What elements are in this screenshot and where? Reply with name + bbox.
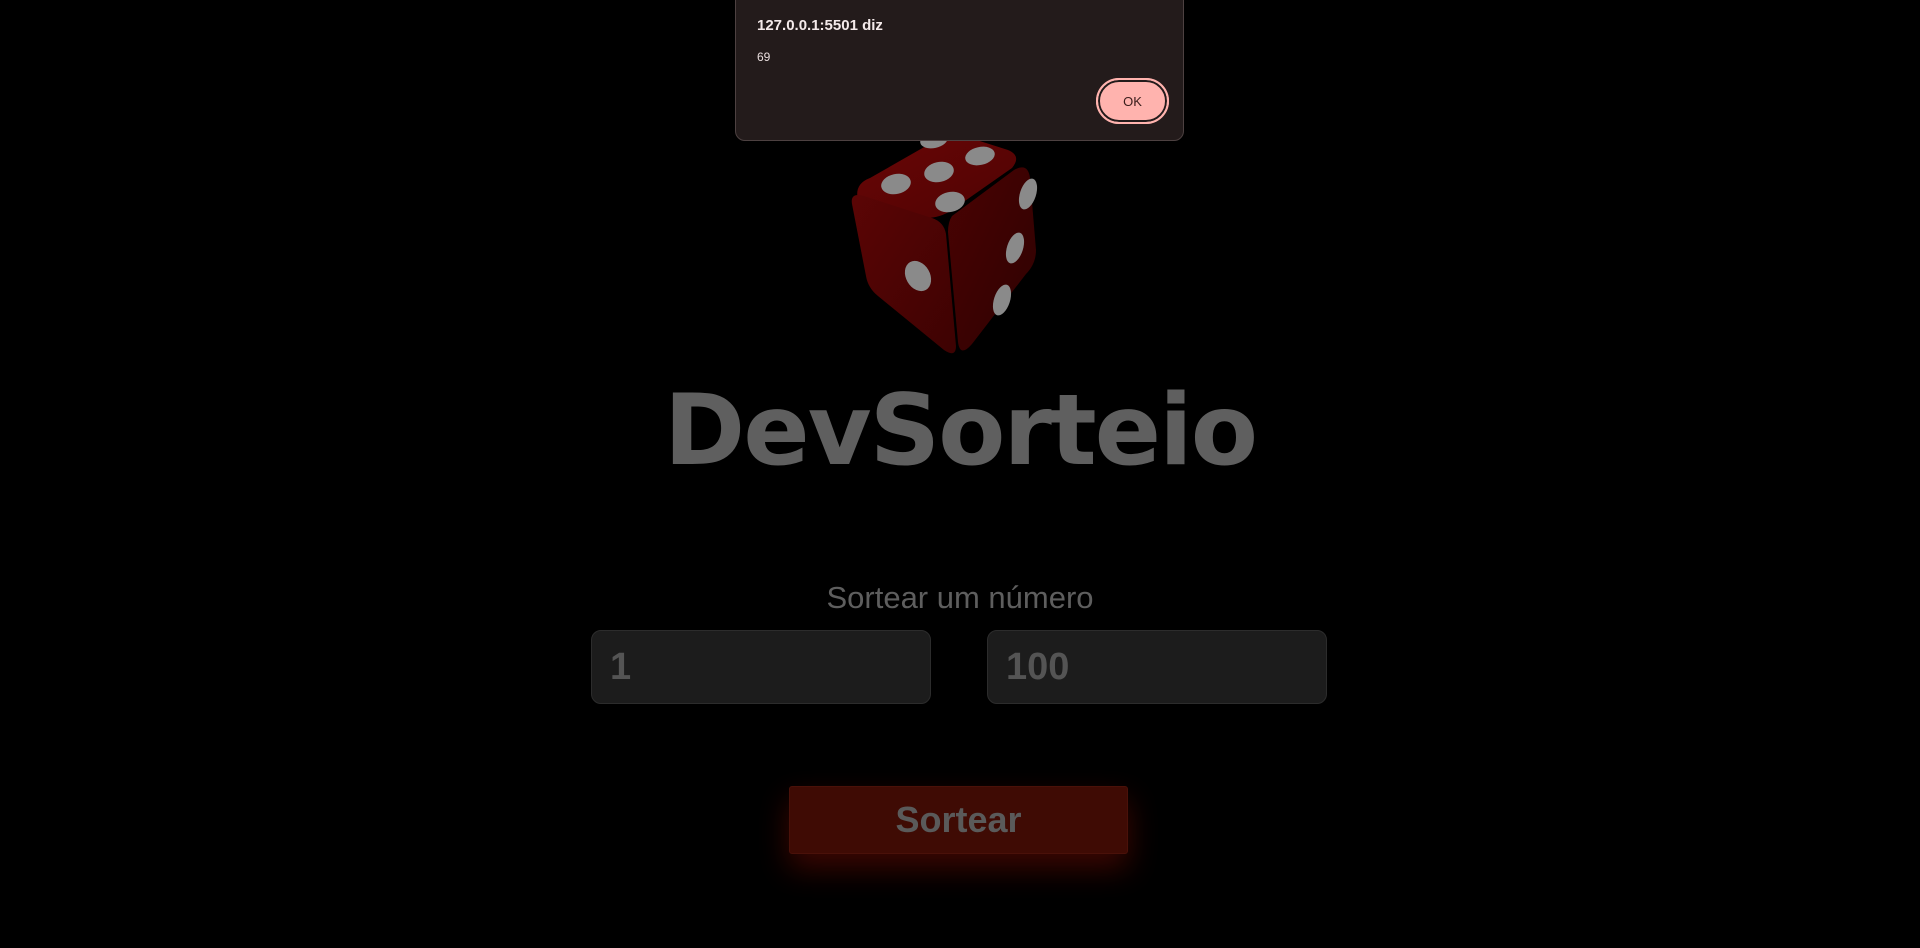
max-number-input[interactable] — [987, 630, 1327, 704]
page: DevSorteio Sortear um número Sortear 127… — [0, 0, 1920, 948]
alert-title: 127.0.0.1:5501 diz — [757, 17, 883, 34]
min-number-input[interactable] — [591, 630, 931, 704]
page-title: DevSorteio — [663, 374, 1258, 488]
alert-message: 69 — [757, 50, 771, 64]
draw-button[interactable]: Sortear — [789, 786, 1128, 854]
alert-ok-button[interactable]: OK — [1096, 78, 1169, 124]
dice-icon — [851, 131, 1038, 354]
alert-dialog: 127.0.0.1:5501 diz 69 OK — [735, 0, 1184, 141]
draw-subtitle: Sortear um número — [826, 580, 1094, 615]
